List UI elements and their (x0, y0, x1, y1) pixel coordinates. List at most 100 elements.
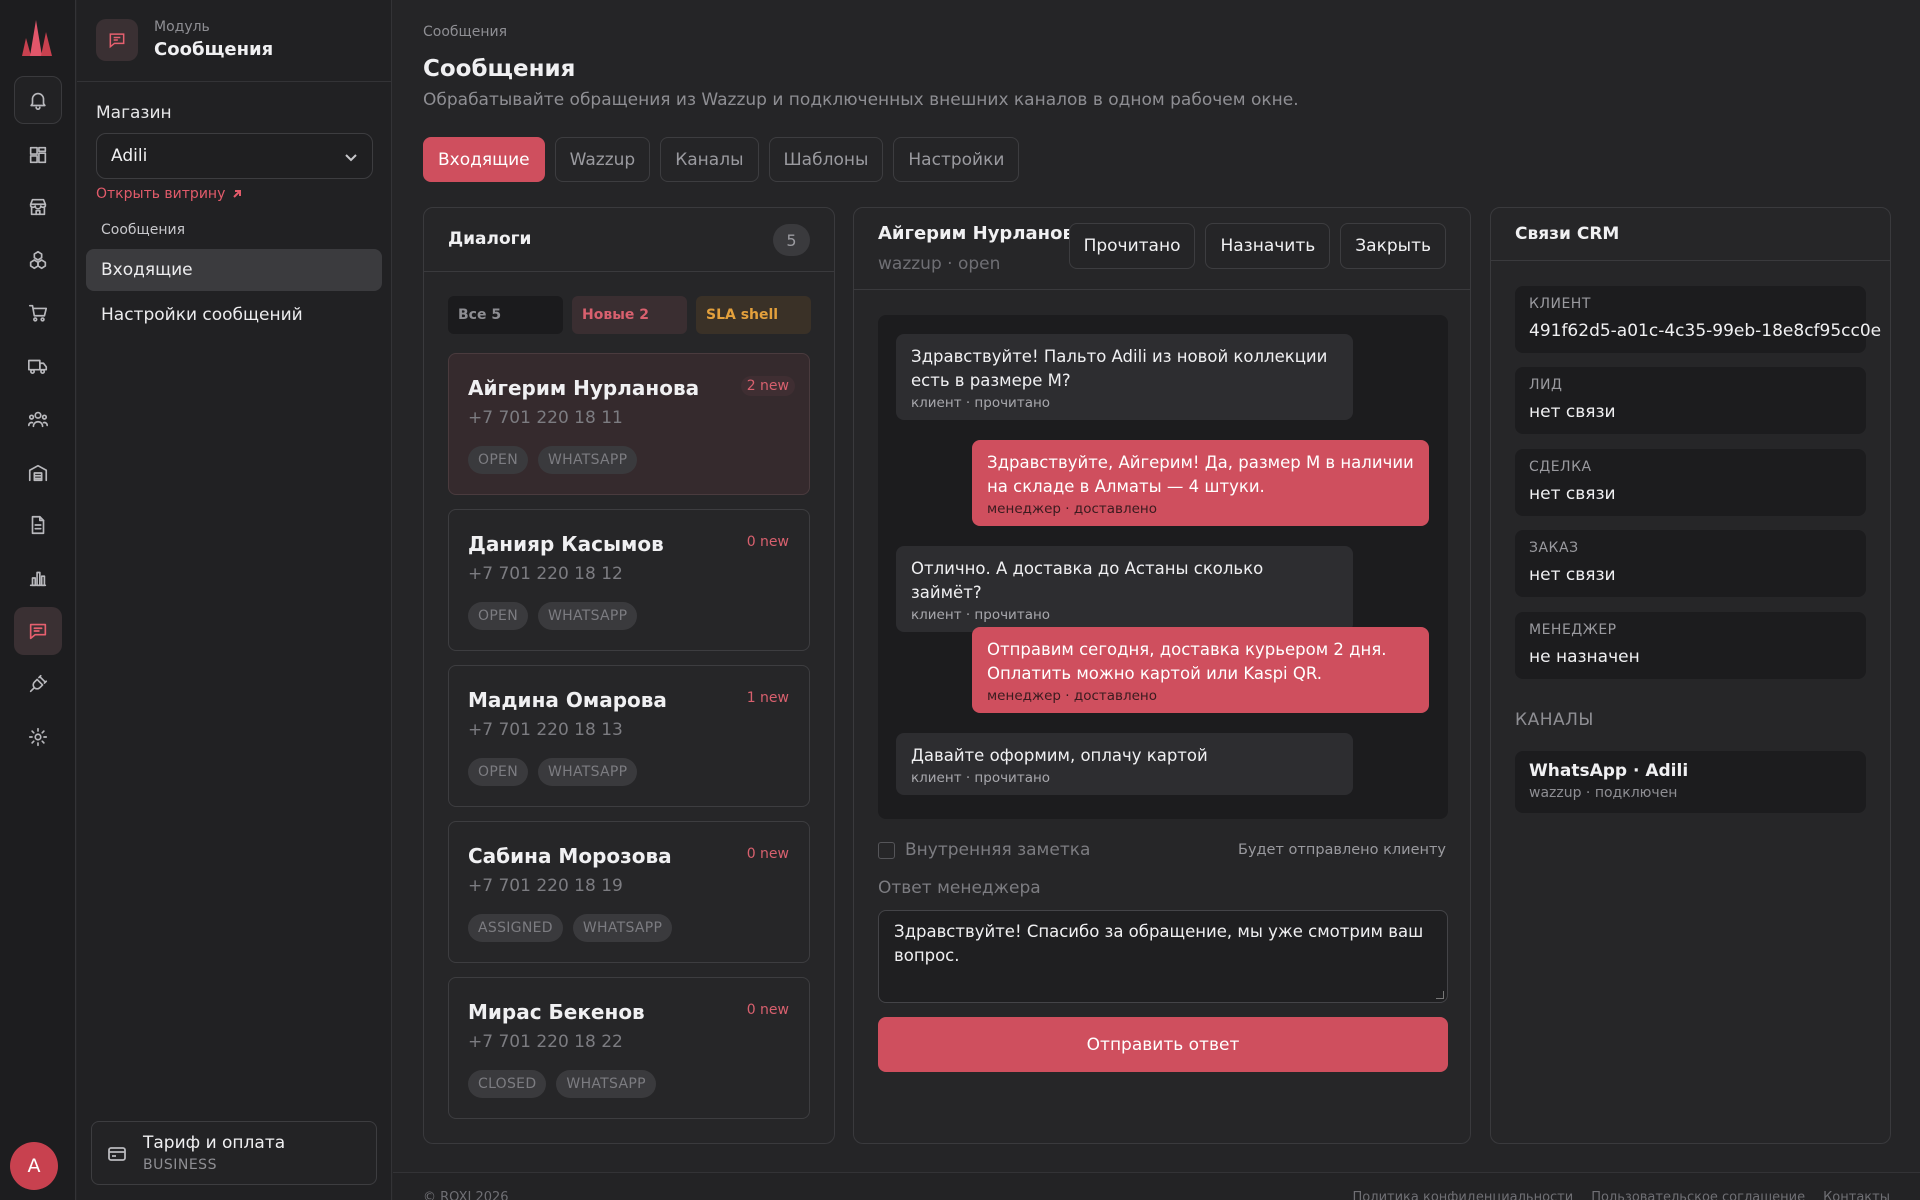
tab-inbox[interactable]: Входящие (423, 137, 545, 182)
truck-icon[interactable] (14, 342, 62, 390)
dialog-phone: +7 701 220 18 11 (468, 408, 623, 428)
dialog-item[interactable]: Мирас Бекенов +7 701 220 18 22 0 new CLO… (448, 977, 810, 1119)
crm-field-value: нет связи (1529, 484, 1616, 504)
assign-button[interactable]: Назначить (1205, 223, 1331, 269)
crm-field-key: ЛИД (1529, 377, 1563, 393)
document-icon[interactable] (14, 501, 62, 549)
message-meta: клиент · прочитано (911, 770, 1051, 786)
bell-icon[interactable] (14, 76, 62, 124)
filter-new[interactable]: Новые 2 (572, 296, 687, 334)
copyright: © ROXI 2026 (423, 1190, 509, 1200)
reply-textarea[interactable]: Здравствуйте! Спасибо за обращение, мы у… (878, 910, 1448, 1003)
crm-field-order[interactable]: ЗАКАЗ нет связи (1515, 530, 1866, 597)
credit-card-icon (108, 1147, 126, 1161)
messages-icon[interactable] (14, 607, 62, 655)
dialog-filters: Все 5 Новые 2 SLA shell (448, 296, 811, 334)
new-count-badge: 0 new (746, 1002, 789, 1018)
crm-field-value: 491f62d5-a01c-4c35-99eb-18e8cf95cc0e (1529, 321, 1882, 341)
tab-wazzup[interactable]: Wazzup (554, 137, 651, 182)
user-avatar[interactable]: A (10, 1142, 58, 1190)
message-incoming: Давайте оформим, оплачу картой клиент · … (896, 733, 1353, 795)
plan-billing-button[interactable]: Тариф и оплата BUSINESS (91, 1121, 377, 1185)
message-meta: клиент · прочитано (911, 607, 1051, 623)
internal-note-label: Внутренняя заметка (905, 840, 1091, 860)
main-content: Сообщения Сообщения Обрабатывайте обраще… (393, 0, 1920, 1200)
plan-tier: BUSINESS (143, 1157, 217, 1173)
analytics-icon[interactable] (14, 554, 62, 602)
internal-note-toggle[interactable]: Внутренняя заметка (878, 840, 1090, 860)
breadcrumb[interactable]: Сообщения (423, 24, 507, 40)
internal-note-checkbox[interactable] (878, 841, 895, 859)
mark-read-button[interactable]: Прочитано (1068, 223, 1196, 269)
crm-field-value: нет связи (1529, 402, 1616, 422)
module-label: Модуль (154, 19, 210, 35)
module-header: Модуль Сообщения (77, 0, 392, 82)
dialog-phone: +7 701 220 18 13 (468, 720, 623, 740)
message-text: Отправим сегодня, доставка курьером 2 дн… (987, 640, 1387, 683)
reply-text: Здравствуйте! Спасибо за обращение, мы у… (894, 922, 1424, 965)
logo[interactable] (20, 18, 56, 58)
icon-rail: A (0, 0, 76, 1200)
status-tag: OPEN (468, 758, 528, 786)
send-target-hint: Будет отправлено клиенту (1238, 842, 1446, 858)
tab-channels[interactable]: Каналы (660, 137, 759, 182)
page-subtitle: Обрабатывайте обращения из Wazzup и подк… (423, 90, 1299, 110)
warehouse-icon[interactable] (14, 449, 62, 497)
status-tag: OPEN (468, 446, 528, 474)
channel-tag: WHATSAPP (556, 1070, 656, 1098)
crm-field-key: СДЕЛКА (1529, 459, 1592, 475)
reply-label: Ответ менеджера (878, 878, 1041, 898)
channel-card[interactable]: WhatsApp · Adili wazzup · подключен (1515, 751, 1866, 813)
filter-sla[interactable]: SLA shell (696, 296, 811, 334)
message-meta: менеджер · доставлено (987, 501, 1157, 517)
filter-all[interactable]: Все 5 (448, 296, 563, 334)
send-reply-button[interactable]: Отправить ответ (878, 1017, 1448, 1072)
dialog-phone: +7 701 220 18 19 (468, 876, 623, 896)
crm-field-client[interactable]: КЛИЕНТ 491f62d5-a01c-4c35-99eb-18e8cf95c… (1515, 286, 1881, 353)
cart-icon[interactable] (14, 289, 62, 337)
store-icon[interactable] (14, 183, 62, 231)
integrations-icon[interactable] (14, 660, 62, 708)
shop-select[interactable]: Adili (96, 133, 373, 179)
footer: © ROXI 2026 Политика конфиденциальности … (393, 1172, 1920, 1200)
dialog-item[interactable]: Сабина Морозова +7 701 220 18 19 0 new A… (448, 821, 810, 963)
new-count-badge: 0 new (746, 846, 789, 862)
footer-link-contacts[interactable]: Контакты (1823, 1190, 1890, 1200)
dialog-item[interactable]: Данияр Касымов +7 701 220 18 12 0 new OP… (448, 509, 810, 651)
dialog-name: Айгерим Нурланова (468, 376, 700, 400)
customers-icon[interactable] (14, 395, 62, 443)
close-conversation-button[interactable]: Закрыть (1340, 223, 1446, 269)
tab-settings[interactable]: Настройки (893, 137, 1020, 182)
sidebar-item-label: Настройки сообщений (101, 305, 303, 325)
products-icon[interactable] (14, 236, 62, 284)
crm-header: Связи CRM (1491, 208, 1890, 261)
nav-group-title: Сообщения (101, 222, 186, 238)
crm-field-deal[interactable]: СДЕЛКА нет связи (1515, 449, 1866, 516)
settings-icon[interactable] (14, 713, 62, 761)
footer-link-privacy[interactable]: Политика конфиденциальности (1353, 1190, 1574, 1200)
crm-field-lead[interactable]: ЛИД нет связи (1515, 367, 1866, 434)
footer-link-terms[interactable]: Пользовательское соглашение (1591, 1190, 1805, 1200)
new-count-badge: 2 new (740, 376, 795, 396)
channel-status: wazzup · подключен (1529, 785, 1678, 801)
status-tag: OPEN (468, 602, 528, 630)
dashboard-icon[interactable] (14, 131, 62, 179)
dialog-item[interactable]: Мадина Омарова +7 701 220 18 13 1 new OP… (448, 665, 810, 807)
external-link-icon (233, 190, 242, 198)
sidebar-item-message-settings[interactable]: Настройки сообщений (86, 294, 382, 336)
dialogs-header: Диалоги 5 (424, 208, 834, 272)
shop-select-value: Adili (111, 146, 148, 166)
module-sidebar: Модуль Сообщения Магазин Adili Открыть в… (77, 0, 392, 1200)
tab-templates[interactable]: Шаблоны (768, 137, 884, 182)
dialog-name: Данияр Касымов (468, 532, 664, 556)
dialog-name: Сабина Морозова (468, 844, 672, 868)
resize-handle-icon[interactable] (1436, 991, 1444, 999)
message-thread[interactable]: Здравствуйте! Пальто Adili из новой колл… (878, 315, 1448, 819)
dialog-name: Мадина Омарова (468, 688, 667, 712)
page-title: Сообщения (423, 56, 576, 82)
dialog-item[interactable]: Айгерим Нурланова +7 701 220 18 11 2 new… (448, 353, 810, 495)
dialogs-panel: Диалоги 5 Все 5 Новые 2 SLA shell Айгери… (423, 207, 835, 1144)
open-storefront-link[interactable]: Открыть витрину (96, 186, 243, 202)
crm-field-manager[interactable]: МЕНЕДЖЕР не назначен (1515, 612, 1866, 679)
sidebar-item-inbox[interactable]: Входящие (86, 249, 382, 291)
